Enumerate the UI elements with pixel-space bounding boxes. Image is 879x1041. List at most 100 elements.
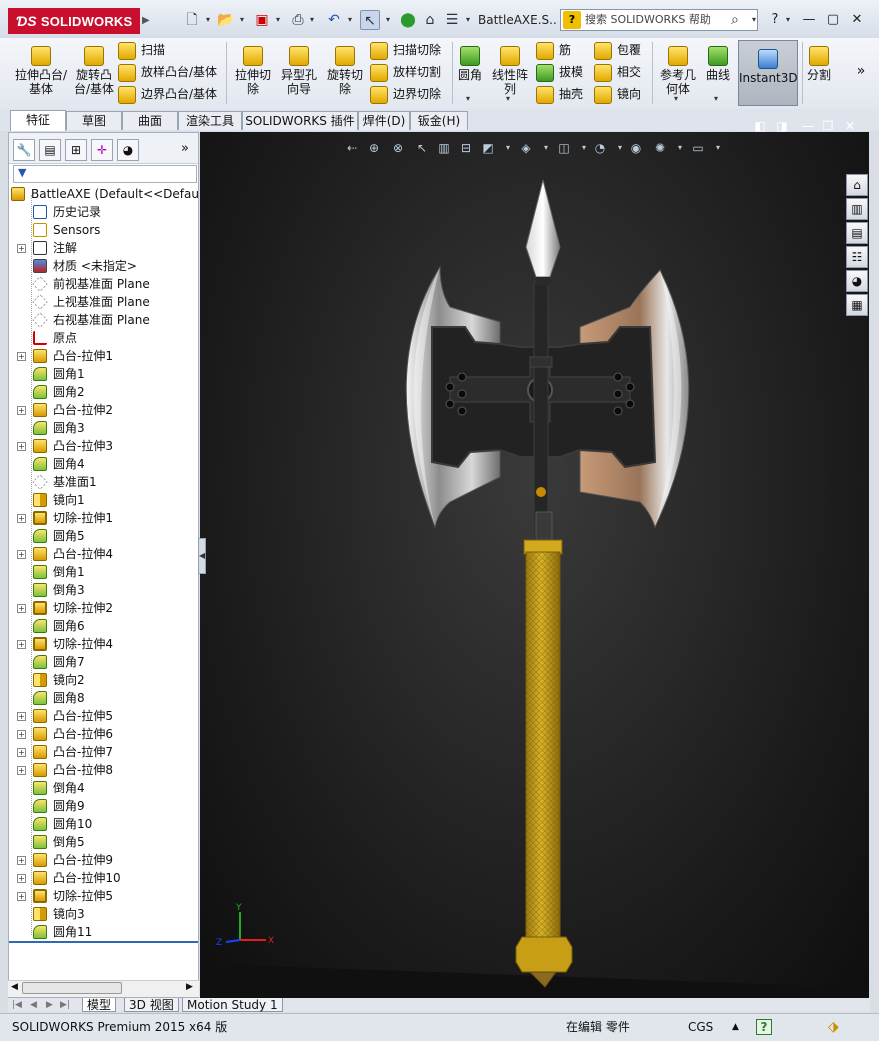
select-dropdown-icon[interactable]: ▾ — [384, 15, 392, 25]
solidworks-resources-icon[interactable]: ⌂ — [846, 174, 868, 196]
print-icon[interactable]: ⎙ — [288, 10, 308, 30]
feature-manager-tab-icon[interactable]: 🔧 — [13, 139, 35, 161]
help-icon[interactable]: ? — [756, 1019, 772, 1035]
extrude-cut-button[interactable]: 拉伸切除 — [232, 46, 274, 96]
tree-filter-input[interactable]: ▼ — [13, 165, 197, 183]
edit-appearance-icon[interactable]: ◔ — [592, 140, 608, 156]
scroll-left-icon[interactable]: ◀ — [11, 982, 18, 992]
select-pointer-icon[interactable]: ↖ — [360, 10, 380, 30]
tab-features[interactable]: 特征 — [10, 110, 66, 131]
tab-motion-study[interactable]: Motion Study 1 — [182, 998, 283, 1012]
expand-plus-icon[interactable]: + — [17, 856, 26, 865]
rib-button[interactable]: 筋 — [536, 40, 571, 60]
expand-plus-icon[interactable]: + — [17, 244, 26, 253]
rollback-bar[interactable] — [9, 941, 198, 943]
scroll-right-icon[interactable]: ▶ — [186, 982, 193, 992]
shell-button[interactable]: 抽壳 — [536, 84, 583, 104]
help-dropdown-icon[interactable]: ▾ — [784, 15, 792, 25]
wrap-button[interactable]: 包覆 — [594, 40, 641, 60]
revolve-cut-button[interactable]: 旋转切除 — [324, 46, 366, 96]
rebuild-traffic-light-icon[interactable]: ⬤ — [398, 10, 418, 30]
draft-button[interactable]: 拔模 — [536, 62, 583, 82]
tab-model[interactable]: 模型 — [82, 998, 117, 1012]
open-folder-icon[interactable]: 📂 — [216, 10, 236, 30]
scrollbar-thumb[interactable] — [22, 982, 122, 994]
new-dropdown-icon[interactable]: ▾ — [204, 15, 212, 25]
display-manager-tab-icon[interactable]: ◕ — [117, 139, 139, 161]
tab-3d-view[interactable]: 3D 视图 — [124, 998, 179, 1012]
loft-cut-button[interactable]: 放样切割 — [370, 62, 441, 82]
previous-view-icon[interactable]: ⇠ — [344, 140, 360, 156]
viewport-prev-icon[interactable]: ◧ — [752, 119, 768, 133]
scene-dropdown-icon[interactable]: ▾ — [672, 140, 688, 156]
print-dropdown-icon[interactable]: ▾ — [308, 15, 316, 25]
appearance-dropdown-icon[interactable]: ▾ — [612, 140, 628, 156]
expand-plus-icon[interactable]: + — [17, 406, 26, 415]
design-library-icon[interactable]: ▥ — [846, 198, 868, 220]
expand-plus-icon[interactable]: + — [17, 712, 26, 721]
expand-plus-icon[interactable]: + — [17, 892, 26, 901]
tab-sheet-metal[interactable]: 钣金(H) — [410, 111, 468, 130]
viewport-next-icon[interactable]: ◨ — [774, 119, 790, 133]
help-search-input[interactable]: 搜索 SOLIDWORKS 帮助 — [585, 12, 725, 28]
expand-plus-icon[interactable]: + — [17, 550, 26, 559]
undo-dropdown-icon[interactable]: ▾ — [346, 15, 354, 25]
curves-dropdown-icon[interactable]: ▾ — [714, 94, 718, 103]
hide-show-items-icon[interactable]: ◫ — [556, 140, 572, 156]
pattern-dropdown-icon[interactable]: ▾ — [506, 94, 510, 103]
mirror-button[interactable]: 镜向 — [594, 84, 641, 104]
view-settings-icon[interactable]: ▭ — [690, 140, 706, 156]
viewport-minimize-icon[interactable]: — — [800, 119, 816, 133]
dynamic-annotation-icon[interactable]: ⊟ — [458, 140, 474, 156]
help-search-dropdown-icon[interactable]: ▾ — [750, 15, 758, 25]
tab-sketch[interactable]: 草图 — [66, 111, 122, 130]
intersect-button[interactable]: 相交 — [594, 62, 641, 82]
more-tools-chevron-icon[interactable]: » — [854, 64, 868, 78]
hide-show-dropdown-icon[interactable]: ▾ — [576, 140, 592, 156]
help-search-box[interactable]: ? 搜索 SOLIDWORKS 帮助 ⌕ — [560, 9, 758, 31]
fillet-dropdown-icon[interactable]: ▾ — [466, 94, 470, 103]
sweep-cut-button[interactable]: 扫描切除 — [370, 40, 441, 60]
open-dropdown-icon[interactable]: ▾ — [238, 15, 246, 25]
appearances-scenes-icon[interactable]: ◕ — [846, 270, 868, 292]
extrude-boss-button[interactable]: 拉伸凸台/基体 — [14, 46, 68, 96]
boundary-cut-button[interactable]: 边界切除 — [370, 84, 441, 104]
tab-render-tools[interactable]: 渲染工具 — [178, 111, 242, 130]
revolve-boss-button[interactable]: 旋转凸台/基体 — [68, 46, 120, 96]
panel-expand-chevron-icon[interactable]: » — [181, 141, 189, 156]
expand-plus-icon[interactable]: + — [17, 352, 26, 361]
hole-wizard-button[interactable]: 异型孔向导 — [276, 46, 322, 96]
configuration-manager-tab-icon[interactable]: ⊞ — [65, 139, 87, 161]
minimize-icon[interactable]: — — [800, 12, 818, 28]
curves-button[interactable]: 曲线 — [702, 46, 734, 82]
expand-plus-icon[interactable]: + — [17, 640, 26, 649]
options-dropdown-icon[interactable]: ▾ — [464, 15, 472, 25]
fillet-button[interactable]: 圆角 — [456, 46, 484, 82]
tab-weldments[interactable]: 焊件(D) — [358, 111, 410, 130]
dimxpert-tab-icon[interactable]: ✛ — [91, 139, 113, 161]
save-icon[interactable]: ▣ — [252, 10, 272, 30]
new-document-icon[interactable]: 🗋 — [182, 10, 202, 30]
unit-system[interactable]: CGS — [688, 1018, 713, 1036]
file-properties-icon[interactable]: ⌂ — [420, 10, 440, 30]
tab-surfaces[interactable]: 曲面 — [122, 111, 178, 130]
scene-icon[interactable]: ✺ — [652, 140, 668, 156]
unit-system-arrow-icon[interactable]: ▲ — [732, 1018, 739, 1036]
expand-plus-icon[interactable]: + — [17, 442, 26, 451]
view-orientation-icon[interactable]: ◩ — [480, 140, 496, 156]
viewport-restore-icon[interactable]: ❐ — [820, 119, 836, 133]
help-icon[interactable]: ? — [766, 12, 784, 28]
reference-geometry-dropdown-icon[interactable]: ▾ — [674, 94, 678, 103]
viewport-close-icon[interactable]: ✕ — [842, 119, 858, 133]
instant3d-button[interactable]: Instant3D — [738, 40, 798, 106]
undo-icon[interactable]: ↶ — [324, 10, 344, 30]
search-icon[interactable]: ⌕ — [731, 10, 749, 30]
zoom-to-fit-icon[interactable]: ⊕ — [366, 140, 382, 156]
maximize-icon[interactable]: ▢ — [824, 12, 842, 28]
previous-view-arrow-icon[interactable]: ↖ — [414, 140, 430, 156]
options-icon[interactable]: ☰ — [442, 10, 462, 30]
display-style-icon[interactable]: ◈ — [518, 140, 534, 156]
linear-pattern-button[interactable]: 线性阵列 — [488, 46, 532, 96]
display-style-dropdown-icon[interactable]: ▾ — [538, 140, 554, 156]
expand-plus-icon[interactable]: + — [17, 604, 26, 613]
